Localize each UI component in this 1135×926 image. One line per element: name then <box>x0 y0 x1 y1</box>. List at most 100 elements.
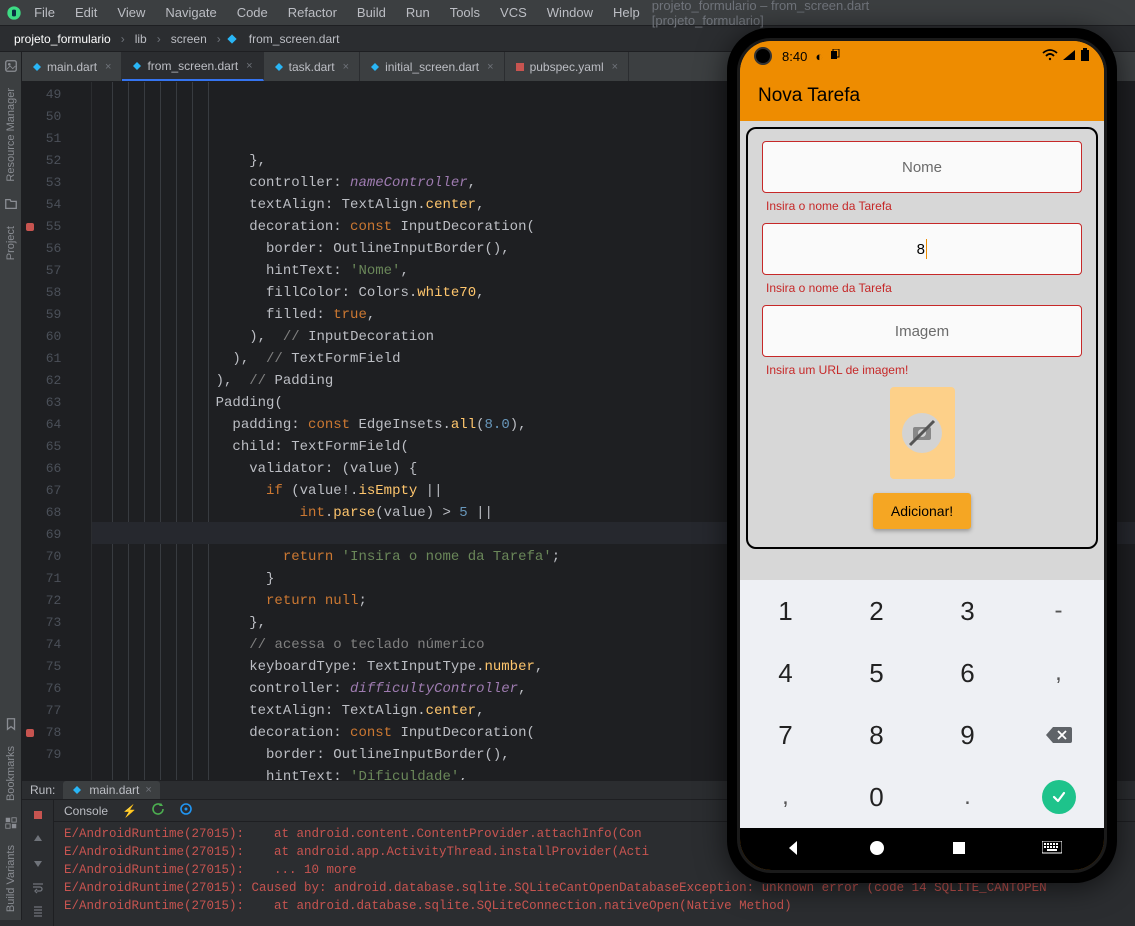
close-icon[interactable]: × <box>487 61 493 73</box>
status-dnd-icon: ◐ <box>815 49 823 64</box>
nav-recents-icon[interactable] <box>951 840 967 859</box>
image-error: Insira um URL de imagem! <box>762 357 1082 387</box>
run-config-tab[interactable]: main.dart × <box>63 781 159 799</box>
menu-build[interactable]: Build <box>349 3 394 22</box>
key-1[interactable]: 1 <box>740 580 831 642</box>
difficulty-error: Insira o nome da Tarefa <box>762 275 1082 305</box>
bookmarks-icon[interactable] <box>3 716 19 732</box>
tool-project[interactable]: Project <box>5 218 17 268</box>
chevron-right-icon: › <box>157 32 161 46</box>
menu-vcs[interactable]: VCS <box>492 3 535 22</box>
key-9[interactable]: 9 <box>922 704 1013 766</box>
status-copy-icon <box>829 49 841 64</box>
menu-run[interactable]: Run <box>398 3 438 22</box>
signal-icon <box>1062 49 1076 64</box>
tab-label: initial_screen.dart <box>385 60 479 74</box>
form-body: Nome Insira o nome da Tarefa 8 Insira o … <box>740 121 1104 580</box>
close-icon[interactable]: × <box>612 61 618 73</box>
key-7[interactable]: 7 <box>740 704 831 766</box>
menu-file[interactable]: File <box>26 3 63 22</box>
key-done[interactable] <box>1013 766 1104 828</box>
tab-from-screen-dart[interactable]: from_screen.dart × <box>122 52 263 81</box>
lightning-icon[interactable]: ⚡ <box>122 804 137 818</box>
app-bar-title: Nova Tarefa <box>758 85 860 107</box>
nav-back-icon[interactable] <box>783 838 803 861</box>
android-studio-logo <box>6 4 22 22</box>
key-6[interactable]: 6 <box>922 642 1013 704</box>
key-minus[interactable]: - <box>1013 580 1104 642</box>
menu-code[interactable]: Code <box>229 3 276 22</box>
app-bar: Nova Tarefa <box>740 71 1104 121</box>
tab-task-dart[interactable]: task.dart × <box>264 52 360 81</box>
nav-home-icon[interactable] <box>868 839 886 860</box>
reload-icon[interactable] <box>151 802 165 819</box>
emulator-window[interactable]: 8:40 ◐ Nova Tarefa <box>727 28 1117 883</box>
tab-label: from_screen.dart <box>147 59 238 73</box>
menu-navigate[interactable]: Navigate <box>157 3 224 22</box>
tool-bookmarks[interactable]: Bookmarks <box>5 738 17 809</box>
name-error: Insira o nome da Tarefa <box>762 193 1082 223</box>
key-2[interactable]: 2 <box>831 580 922 642</box>
close-icon[interactable]: × <box>145 784 151 796</box>
breadcrumb-segment[interactable]: screen <box>165 30 213 48</box>
text-cursor <box>926 239 928 259</box>
menu-edit[interactable]: Edit <box>67 3 105 22</box>
phone-frame: 8:40 ◐ Nova Tarefa <box>727 28 1117 883</box>
tool-build-variants[interactable]: Build Variants <box>5 837 17 920</box>
wrap-icon[interactable] <box>29 878 47 896</box>
field-hint: Imagem <box>895 323 949 340</box>
key-3[interactable]: 3 <box>922 580 1013 642</box>
close-icon[interactable]: × <box>246 60 252 72</box>
menu-refactor[interactable]: Refactor <box>280 3 345 22</box>
key-comma[interactable]: , <box>740 766 831 828</box>
menu-window[interactable]: Window <box>539 3 601 22</box>
project-icon[interactable] <box>3 196 19 212</box>
menubar: File Edit View Navigate Code Refactor Bu… <box>0 0 1135 26</box>
close-icon[interactable]: × <box>105 61 111 73</box>
key-5[interactable]: 5 <box>831 642 922 704</box>
breadcrumb-project[interactable]: projeto_formulario <box>8 30 117 48</box>
breadcrumb-segment[interactable]: lib <box>129 30 153 48</box>
camera-cutout <box>754 47 772 65</box>
tab-initial-screen-dart[interactable]: initial_screen.dart × <box>360 52 505 81</box>
numeric-keypad: 1 2 3 - 4 5 6 , 7 8 9 , 0 . <box>740 580 1104 828</box>
tab-pubspec-yaml[interactable]: pubspec.yaml × <box>505 52 629 81</box>
key-0[interactable]: 0 <box>831 766 922 828</box>
image-field[interactable]: Imagem <box>762 305 1082 357</box>
form-card: Nome Insira o nome da Tarefa 8 Insira o … <box>746 127 1098 549</box>
chevron-right-icon: › <box>121 32 125 46</box>
run-tool-strip <box>22 800 54 926</box>
rerun-button[interactable] <box>29 806 47 824</box>
android-nav-bar <box>740 828 1104 870</box>
resource-manager-icon[interactable] <box>3 58 19 74</box>
key-comma-sep[interactable]: , <box>1013 642 1104 704</box>
close-icon[interactable]: × <box>343 61 349 73</box>
tab-label: pubspec.yaml <box>530 60 604 74</box>
key-backspace[interactable] <box>1013 704 1104 766</box>
menu-tools[interactable]: Tools <box>442 3 488 22</box>
field-value: 8 <box>917 241 925 258</box>
difficulty-field[interactable]: 8 <box>762 223 1082 275</box>
wifi-icon <box>1042 49 1058 64</box>
build-variants-icon[interactable] <box>3 815 19 831</box>
devtools-icon[interactable] <box>179 802 193 819</box>
nav-keyboard-icon[interactable] <box>1042 841 1062 858</box>
console-tab[interactable]: Console <box>64 804 108 818</box>
menu-view[interactable]: View <box>109 3 153 22</box>
run-down-icon[interactable] <box>29 854 47 872</box>
run-up-icon[interactable] <box>29 830 47 848</box>
key-8[interactable]: 8 <box>831 704 922 766</box>
run-label: Run: <box>30 783 55 797</box>
add-button[interactable]: Adicionar! <box>873 493 971 529</box>
status-bar: 8:40 ◐ <box>740 41 1104 71</box>
scroll-to-end-icon[interactable] <box>29 902 47 920</box>
name-field[interactable]: Nome <box>762 141 1082 193</box>
key-dot[interactable]: . <box>922 766 1013 828</box>
tab-main-dart[interactable]: main.dart × <box>22 52 122 81</box>
tool-resource-manager[interactable]: Resource Manager <box>5 80 17 190</box>
key-4[interactable]: 4 <box>740 642 831 704</box>
gutter[interactable]: 4950515253545556575859606162636465666768… <box>22 82 92 780</box>
breadcrumb-file[interactable]: from_screen.dart <box>243 30 346 48</box>
status-time: 8:40 <box>782 49 807 64</box>
menu-help[interactable]: Help <box>605 3 648 22</box>
